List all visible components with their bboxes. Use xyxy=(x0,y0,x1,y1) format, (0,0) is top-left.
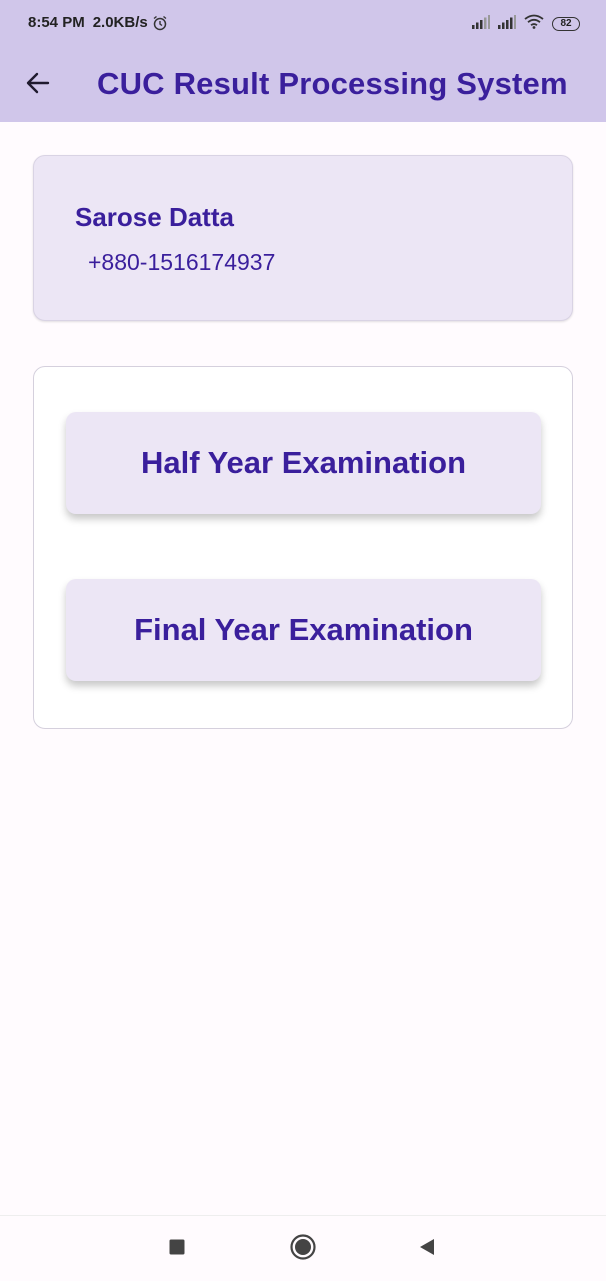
user-name: Sarose Datta xyxy=(75,202,234,232)
square-icon xyxy=(168,1238,186,1261)
profile-card: Sarose Datta +880-1516174937 xyxy=(33,155,573,321)
arrow-left-icon xyxy=(26,72,50,99)
signal-icon xyxy=(498,14,516,34)
home-button[interactable] xyxy=(288,1233,318,1266)
battery-icon: 82 xyxy=(552,17,580,31)
recents-button[interactable] xyxy=(162,1234,192,1264)
exam-options-card: Half Year Examination Final Year Examina… xyxy=(33,366,573,729)
status-right: 82 xyxy=(464,14,580,34)
user-phone: +880-1516174937 xyxy=(88,249,276,275)
status-left: 8:54 PM 2.0KB/s xyxy=(28,14,168,31)
circle-icon xyxy=(289,1233,317,1266)
alarm-icon xyxy=(152,15,168,31)
triangle-back-icon xyxy=(417,1237,437,1262)
page-title: CUC Result Processing System xyxy=(97,66,568,101)
nav-back-button[interactable] xyxy=(412,1234,442,1264)
status-net-speed: 2.0KB/s xyxy=(92,14,148,31)
final-year-exam-button[interactable]: Final Year Examination xyxy=(66,579,541,681)
signal-icon xyxy=(472,14,490,34)
app-bar: CUC Result Processing System xyxy=(0,48,606,122)
status-time: 8:54 PM xyxy=(28,14,85,31)
wifi-icon xyxy=(524,14,544,34)
system-nav-bar xyxy=(0,1215,606,1281)
back-button[interactable] xyxy=(18,65,58,105)
half-year-exam-button[interactable]: Half Year Examination xyxy=(66,412,541,514)
status-bar: 8:54 PM 2.0KB/s 82 xyxy=(0,0,606,48)
